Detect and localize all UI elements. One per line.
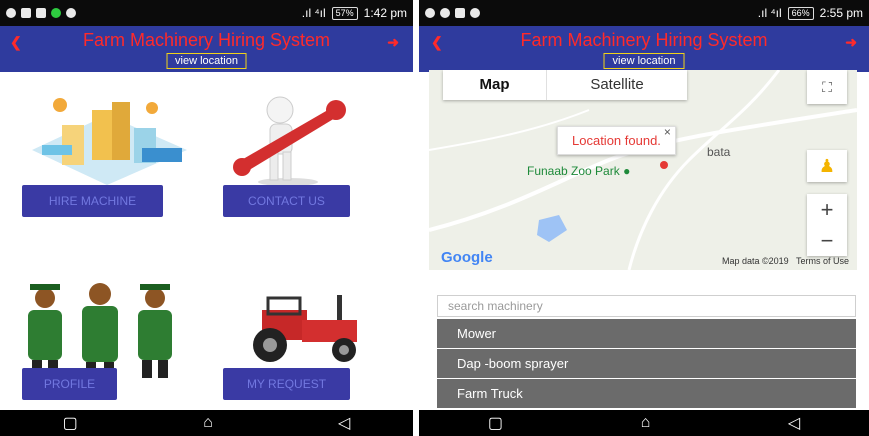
notification-icon [470,8,480,18]
wrench-man-icon [233,96,346,186]
contact-us-button[interactable]: CONTACT US [223,185,350,217]
hire-machine-button[interactable]: HIRE MACHINE [22,185,163,217]
map-roads-icon [429,70,857,270]
app-bar: ❮ Farm Machinery Hiring System ➜ view lo… [0,26,413,72]
android-nav-bar: ▢ ⌂ ◁ [0,410,413,436]
left-phone-screen: .ıl ⁴ıl 57% 1:42 pm ❮ Farm Machinery Hir… [0,0,413,436]
park-pin-icon: ● [623,164,631,178]
recent-apps-icon[interactable]: ▢ [63,413,78,433]
logout-icon[interactable]: ➜ [845,34,857,51]
terms-link[interactable]: Terms of Use [796,256,849,266]
map-tab[interactable]: Map [443,70,546,100]
map-data-text: Map data ©2019 [721,256,789,266]
status-bar: .ıl ⁴ıl 66% 2:55 pm [419,0,869,26]
notification-icons [6,8,76,18]
android-nav-bar: ▢ ⌂ ◁ [419,410,869,436]
machinery-list: Mower Dap -boom sprayer Farm Truck [437,319,856,409]
popup-text: Location found. [572,133,661,148]
zoom-in-button[interactable]: + [807,194,847,225]
signal-icon: .ıl ⁴ıl [757,6,782,20]
notification-icon [66,8,76,18]
back-nav-icon[interactable]: ◁ [338,413,350,433]
city-illustration-icon [32,98,187,185]
road-label: bata [707,145,731,159]
list-item[interactable]: Mower [437,319,856,348]
list-item[interactable]: Dap -boom sprayer [437,349,856,378]
search-input[interactable]: search machinery [437,295,856,317]
battery-indicator: 57% [331,6,358,20]
map-view[interactable]: Map Satellite ⛶ Location found. × bata F… [429,70,857,270]
satellite-tab[interactable]: Satellite [546,70,687,100]
farmers-group-icon [28,283,172,378]
app-title: Farm Machinery Hiring System [520,30,768,50]
notification-icon [6,8,16,18]
home-icon[interactable]: ⌂ [203,414,213,432]
signal-icon: .ıl ⁴ıl [301,6,326,20]
home-icon[interactable]: ⌂ [641,414,651,432]
place-name: Funaab Zoo Park [527,164,620,178]
app-icon [51,8,61,18]
back-nav-icon[interactable]: ◁ [788,413,800,433]
fullscreen-icon[interactable]: ⛶ [807,70,847,104]
clock: 2:55 pm [819,6,863,20]
recent-apps-icon[interactable]: ▢ [488,413,503,433]
app-bar: ❮ Farm Machinery Hiring System ➜ view lo… [419,26,869,72]
media-icon [36,8,46,18]
zoom-controls: + − [807,194,847,256]
right-phone-screen: .ıl ⁴ıl 66% 2:55 pm ❮ Farm Machinery Hir… [419,0,869,436]
profile-button[interactable]: PROFILE [22,368,117,400]
map-attribution: Map data ©2019 Terms of Use [722,256,849,266]
close-icon[interactable]: × [664,125,671,139]
location-popup: Location found. × [557,125,676,155]
notification-icons [425,8,480,18]
status-bar: .ıl ⁴ıl 57% 1:42 pm [0,0,413,26]
view-location-button[interactable]: view location [166,53,247,69]
view-location-button[interactable]: view location [603,53,685,69]
street-view-pegman-icon[interactable]: ♟ [807,150,847,182]
logout-icon[interactable]: ➜ [387,34,399,51]
clock: 1:42 pm [363,6,407,20]
message-icon [21,8,31,18]
whatsapp-icon [440,8,450,18]
notification-icon [425,8,435,18]
tractor-icon [253,295,357,362]
google-logo: Google [441,249,493,266]
map-type-tabs: Map Satellite [443,70,687,100]
battery-indicator: 66% [787,6,814,20]
zoom-out-button[interactable]: − [807,225,847,256]
media-icon [455,8,465,18]
my-request-button[interactable]: MY REQUEST [223,368,350,400]
list-item[interactable]: Farm Truck [437,379,856,408]
place-label: Funaab Zoo Park ● [527,164,630,178]
app-title: Farm Machinery Hiring System [82,30,331,50]
